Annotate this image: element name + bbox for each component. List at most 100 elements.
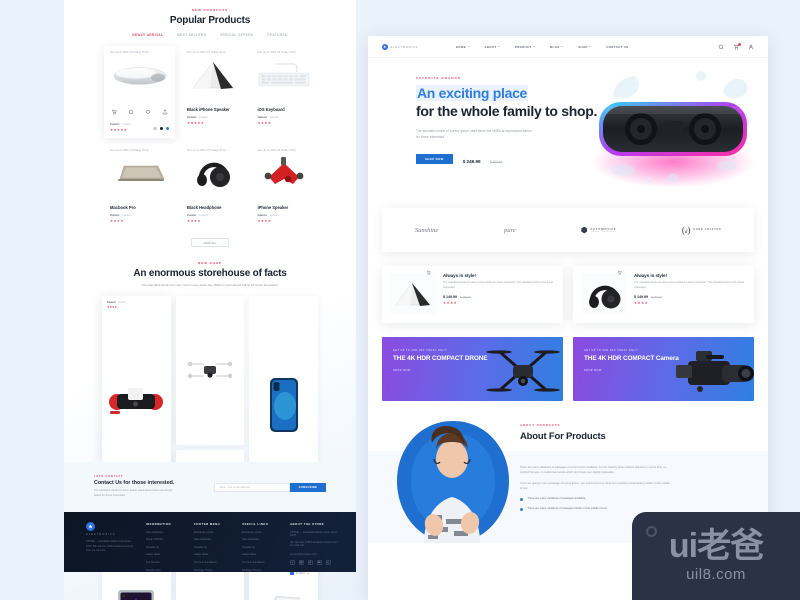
tab-newly-arrival[interactable]: NEWLY ARRIVAL [132, 33, 163, 37]
style-card[interactable]: Always in style! The standard chunk of L… [573, 266, 754, 323]
swatch-blue[interactable] [165, 127, 169, 131]
footer-link[interactable]: Contact Us [194, 546, 242, 549]
popular-products-section: NEW PRODUCTS Popular Products NEWLY ARRI… [64, 0, 356, 247]
about-bullet-text: There are many variations of passages hi… [527, 507, 608, 511]
footer-link[interactable]: SALE 70%OFF [146, 538, 194, 541]
product-card[interactable]: Get up to 30% off Today Only! [251, 46, 316, 138]
product-image: Get up to 30% off Today Only! [104, 144, 175, 201]
product-card[interactable]: Get up to 30% off Today Only! Black Head… [181, 144, 246, 229]
tab-best-sellers[interactable]: BEST SELLERS [177, 33, 206, 37]
product-brand: Canon Lorem [187, 114, 208, 119]
style-card-rating: ★★★★ [443, 301, 458, 306]
footer-column-useful-links: USEFUL LINKS Exchange profile New Collec… [242, 522, 290, 572]
footer-link[interactable]: Terms & Conditions [194, 561, 242, 564]
footer-column-footer-menu: FOOTER MENU Exchange profile New Collect… [194, 522, 242, 572]
brand-hand-crafted: (d) HAND CRAFTED [681, 225, 722, 235]
search-icon[interactable] [718, 44, 724, 50]
main-nav: HOME ABOUT PRODUCT BLOG SHOP CONTACT US [444, 45, 718, 49]
cart-icon[interactable] [426, 270, 431, 275]
share-icon[interactable] [162, 109, 168, 115]
footer-column-about-store: ABOUT THE STORE STORE — worldwide fashio… [290, 522, 338, 576]
nav-item-shop[interactable]: SHOP [578, 45, 592, 49]
footer-link[interactable]: Contact Us [242, 546, 290, 549]
compare-icon[interactable] [128, 109, 134, 115]
nav-item-home[interactable]: HOME [456, 45, 470, 49]
footer-link[interactable]: New Collection [242, 538, 290, 541]
youtube-icon[interactable] [317, 560, 322, 566]
cart-icon[interactable] [617, 270, 622, 275]
style-card-rating: ★★★★ [634, 301, 649, 306]
footer-link[interactable]: New Collection [194, 538, 242, 541]
facebook-icon[interactable] [290, 560, 295, 566]
iphone-icon [269, 378, 298, 433]
facts-tile-drone[interactable] [175, 295, 245, 445]
footer-link[interactable]: Terms & Conditions [242, 561, 290, 564]
product-image: Get up to 30% off Today Only! [104, 46, 175, 103]
logo-text: ELECTRONICS [390, 44, 419, 49]
subscribe-button[interactable]: SUBSCRIBE [290, 482, 326, 492]
account-icon[interactable] [748, 44, 754, 50]
heart-icon[interactable] [145, 109, 151, 115]
nav-item-product[interactable]: PRODUCT [515, 45, 536, 49]
footer-link[interactable]: Privilege Theme [194, 569, 242, 572]
style-card[interactable]: Always in style! The standard chunk of L… [382, 266, 563, 323]
gamepad-icon [109, 388, 164, 415]
product-name: iOS Keyboard [257, 107, 285, 112]
promo-banner-drone[interactable]: GET UP TO 20% OFF TODAY ONLY! THE 4K HDR… [382, 337, 563, 401]
popular-products-grid: Get up to 30% off Today Only! Canon Lore… [64, 46, 356, 229]
swatch-silver[interactable] [153, 127, 157, 131]
footer-link[interactable]: New Collection [146, 531, 194, 534]
newsletter-text: The standard chunk of Lorem Ipsum used s… [94, 489, 173, 497]
ipad-icon [118, 590, 155, 600]
view-all-button[interactable]: VIEW ALL [191, 238, 229, 247]
footer-link[interactable]: Delivery Info [146, 569, 194, 572]
brand-logos-strip: Sunshine pure AUTOMOTIVE Make The Drive (… [382, 208, 754, 252]
product-card[interactable]: Get up to 30% off Today Only! [104, 46, 175, 138]
chevron-down-icon [306, 573, 309, 575]
redcam-icon [264, 156, 304, 184]
logo-icon [86, 522, 95, 531]
footer-link[interactable]: Contact Us [146, 546, 194, 549]
instagram-icon[interactable] [299, 560, 304, 566]
chevron-down-icon [589, 46, 592, 47]
product-name: Black Headphone [187, 205, 222, 210]
shop-now-button[interactable]: SHOP NOW [416, 154, 453, 165]
footer-link[interactable]: Our Service [146, 561, 194, 564]
cart-icon[interactable]: 2 [733, 42, 741, 50]
language-selector[interactable]: English [290, 572, 338, 576]
product-brand: Canon Lorem [187, 212, 208, 217]
nav-item-about[interactable]: ABOUT [485, 45, 500, 49]
footer: ELECTRONICS STORE — worldwide fashion st… [64, 512, 356, 576]
product-card[interactable]: Get up to 30% off Today Only! Black iPho… [181, 46, 246, 138]
footer-link[interactable]: Latest News [242, 553, 290, 556]
about-eyebrow: ABOUT PRODUCTS [520, 423, 561, 427]
email-field[interactable]: Enter your email address [214, 482, 290, 492]
site-logo[interactable]: ELECTRONICS [382, 43, 444, 50]
product-card[interactable]: Get up to 30% off Today Only! Macbook Pr… [104, 144, 175, 229]
footer-email[interactable]: contact@company.com [290, 553, 338, 556]
nav-item-blog[interactable]: BLOG [550, 45, 564, 49]
tab-special-offers[interactable]: SPECIAL OFFERS [220, 33, 253, 37]
tab-featured[interactable]: FEATURED [267, 33, 287, 37]
facts-subtitle: The standard chunk of Lorem Ipsum used s… [141, 283, 279, 287]
footer-heading: FOOTER MENU [194, 522, 221, 526]
cart-icon[interactable] [111, 109, 117, 115]
footer-link[interactable]: Latest News [146, 553, 194, 556]
pinterest-icon[interactable] [326, 560, 331, 566]
color-swatches[interactable] [153, 127, 169, 131]
hero-old-price: $ 269.99 [490, 160, 503, 165]
footer-link[interactable]: Privilege Theme [242, 569, 290, 572]
footer-link[interactable]: Exchange profile [242, 531, 290, 534]
promo-banner-camera[interactable]: GET UP TO 20% OFF TODAY ONLY! THE 4K HDR… [573, 337, 754, 401]
footer-link[interactable]: Exchange profile [194, 531, 242, 534]
footer-link[interactable]: Latest News [194, 553, 242, 556]
footer-about-text: We sell over 1000 branded products from … [290, 541, 338, 548]
about-bullet: There are many variations of passages av… [520, 497, 768, 501]
about-bullet: There are many variations of passages hi… [520, 507, 768, 512]
twitter-icon[interactable] [308, 560, 313, 566]
product-image: Get up to 30% off Today Only! [252, 144, 317, 201]
product-card[interactable]: Get up to 30% off Today Only! iPhone Spe… [251, 144, 317, 229]
camera-icon [676, 351, 754, 392]
swatch-black[interactable] [159, 127, 163, 131]
nav-item-contact-us[interactable]: CONTACT US [606, 45, 628, 49]
